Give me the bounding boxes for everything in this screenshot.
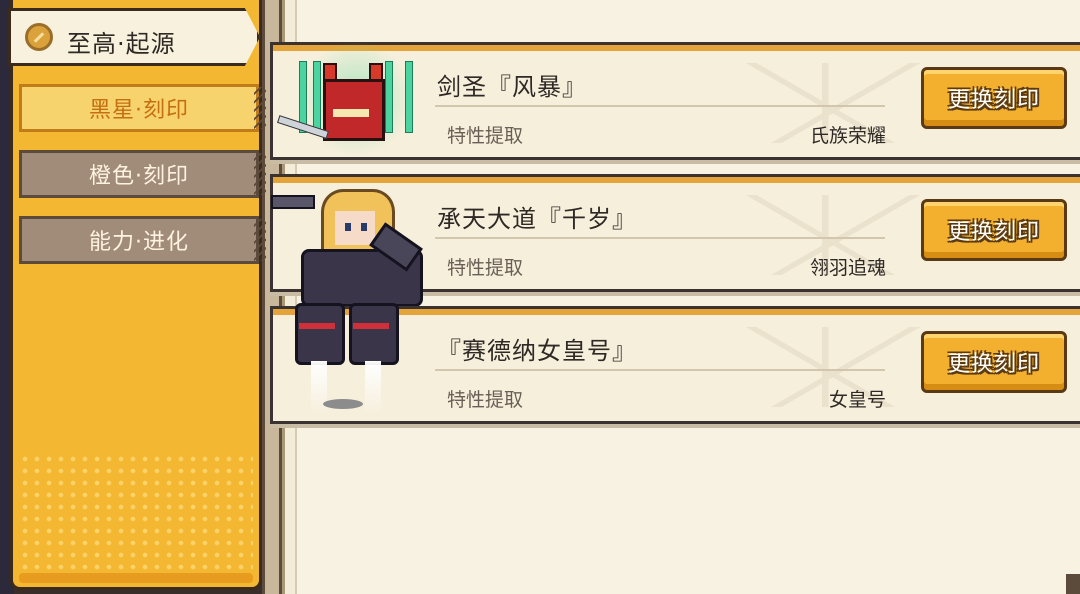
tab-label: 黑星·刻印 bbox=[89, 98, 189, 123]
trait-value: 氏族荣耀 bbox=[809, 125, 886, 147]
sidebar-pattern bbox=[19, 453, 253, 573]
tab-orange-engraving[interactable]: 橙色·刻印 bbox=[19, 150, 266, 198]
card-title: 『赛德纳女皇号』 bbox=[437, 337, 637, 365]
tab-black-star-engraving[interactable]: 黑星·刻印 bbox=[19, 84, 266, 132]
trait-value: 翎羽追魂 bbox=[809, 257, 886, 279]
trait-extract-label: 特性提取 bbox=[447, 257, 524, 279]
tab-ability-evolution[interactable]: 能力·进化 bbox=[19, 216, 266, 264]
sidebar-bottom-strip bbox=[19, 573, 253, 583]
sidebar: 黑星·刻印 橙色·刻印 能力·进化 bbox=[10, 0, 266, 590]
coin-icon bbox=[25, 23, 53, 51]
demon-swordsman-icon bbox=[273, 39, 433, 167]
change-engraving-button[interactable]: 更换刻印 bbox=[921, 199, 1067, 261]
tab-edge bbox=[254, 219, 266, 261]
trait-extract-label: 特性提取 bbox=[447, 125, 524, 147]
change-engraving-button[interactable]: 更换刻印 bbox=[921, 67, 1067, 129]
corner-ornament bbox=[1066, 574, 1080, 594]
trait-value: 女皇号 bbox=[828, 389, 886, 411]
card-title: 剑圣『风暴』 bbox=[437, 73, 587, 101]
engraving-card: 剑圣『风暴』 特性提取 氏族荣耀 更换刻印 bbox=[270, 39, 1080, 160]
sidebar-title: 至高·起源 bbox=[67, 30, 176, 58]
tab-label: 橙色·刻印 bbox=[89, 164, 189, 189]
card-divider bbox=[435, 105, 885, 107]
mech-girl-icon bbox=[271, 171, 433, 307]
card-divider bbox=[435, 237, 885, 239]
tab-edge bbox=[254, 87, 266, 129]
trait-extract-label: 特性提取 bbox=[447, 389, 524, 411]
change-engraving-button[interactable]: 更换刻印 bbox=[921, 331, 1067, 393]
tab-edge bbox=[254, 153, 266, 195]
card-divider bbox=[435, 369, 885, 371]
card-title: 承天大道『千岁』 bbox=[437, 205, 637, 233]
engraving-card: 承天大道『千岁』 特性提取 翎羽追魂 更换刻印 bbox=[270, 174, 1080, 307]
engraving-card: 『赛德纳女皇号』 特性提取 女皇号 更换刻印 bbox=[270, 303, 1080, 424]
tab-label: 能力·进化 bbox=[89, 230, 189, 255]
sidebar-header: 至高·起源 bbox=[8, 8, 260, 66]
mech-legs-icon bbox=[273, 303, 433, 431]
